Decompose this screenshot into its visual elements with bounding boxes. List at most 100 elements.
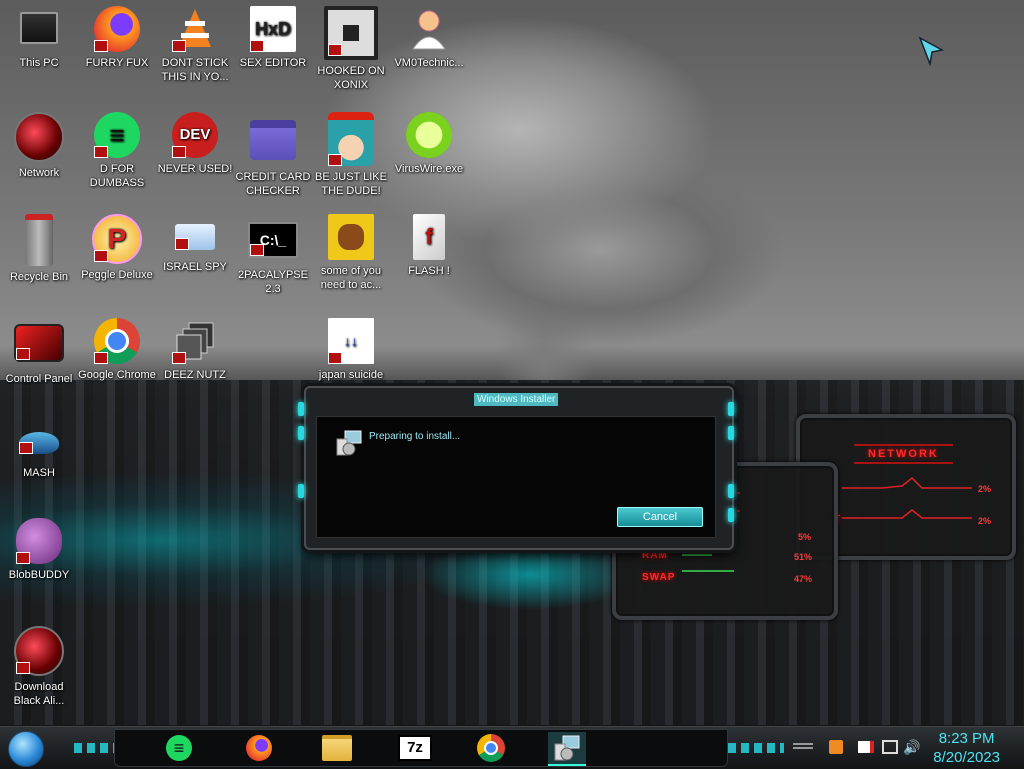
red-globe-icon	[14, 112, 64, 162]
desktop-icon-mash[interactable]: MASH	[0, 420, 78, 480]
document-icon: ↓↓	[328, 318, 374, 364]
shortcut-arrow-icon	[19, 442, 33, 454]
desktop-icon-label: ISRAEL SPY	[163, 261, 227, 273]
dialog-accent-light	[298, 426, 304, 440]
desktop-icon-label: 2PACALYPSE 2.3	[238, 269, 308, 295]
shortcut-arrow-icon	[94, 146, 108, 158]
red-globe-icon	[14, 626, 64, 676]
desktop-icon-label: D FOR DUMBASS	[89, 163, 145, 189]
desktop-icon-label: Control Panel	[5, 373, 73, 385]
shortcut-arrow-icon	[94, 352, 108, 364]
monitor-icon	[20, 12, 58, 44]
elf-santa-icon	[328, 112, 374, 166]
shortcut-arrow-icon	[250, 40, 264, 52]
network-tray-icon[interactable]	[882, 739, 898, 755]
ram-bar	[682, 554, 712, 556]
taskbar-accent	[728, 743, 784, 753]
desktop-icon-label: FURRY FUX	[85, 57, 149, 69]
shortcut-arrow-icon	[172, 40, 186, 52]
desktop-icon-credit-card-checker[interactable]: CREDIT CARD CHECKER	[234, 112, 312, 198]
desktop-icon-never-used[interactable]: DEV NEVER USED!	[156, 112, 234, 176]
taskbar-app-7zip[interactable]: 7z	[396, 732, 434, 764]
installer-icon	[336, 430, 362, 456]
desktop-icon-label: Download Black Ali...	[13, 681, 65, 707]
desktop-icon-be-just-like-the-dude[interactable]: BE JUST LIKE THE DUDE!	[312, 112, 390, 198]
green-chat-icon: ≡	[94, 112, 140, 158]
desktop-icon-control-panel[interactable]: Control Panel	[0, 318, 78, 386]
volume-icon[interactable]: 🔊	[903, 739, 920, 755]
start-button[interactable]	[8, 731, 44, 767]
desktop-icon-hooked-on-xonix[interactable]: HOOKED ON XONIX	[312, 6, 390, 92]
network-monitor-shape	[882, 740, 898, 754]
shortcut-arrow-icon	[16, 552, 30, 564]
taskbar-app-file-explorer[interactable]	[318, 732, 356, 764]
swap-bar	[682, 570, 734, 572]
desktop-icon-vm0technic[interactable]: VM0Technic...	[390, 6, 468, 70]
taskbar-app-chat[interactable]: ≡	[160, 732, 198, 764]
desktop-icon-recycle-bin[interactable]: Recycle Bin	[0, 214, 78, 284]
shortcut-arrow-icon	[328, 44, 342, 56]
taskbar-clock[interactable]: 8:23 PM 8/20/2023	[933, 729, 1000, 767]
chrome-icon	[477, 734, 505, 762]
desktop-icon-label: FLASH !	[408, 265, 450, 277]
stacked-windows-icon	[172, 318, 218, 364]
cancel-button[interactable]: Cancel	[617, 507, 703, 527]
dialog-accent-light	[728, 484, 734, 498]
firefox-icon	[246, 735, 272, 761]
show-desktop-lines	[793, 743, 813, 751]
dog-face-icon	[338, 224, 364, 250]
desktop-icon-label: VM0Technic...	[394, 57, 464, 69]
shortcut-arrow-icon	[16, 348, 30, 360]
desktop-icon-peggle[interactable]: P Peggle Deluxe	[78, 214, 156, 282]
lime-icon	[406, 112, 452, 158]
xonix-game-icon	[324, 6, 378, 60]
desktop-icon-some-of-you[interactable]: some of you need to ac...	[312, 214, 390, 292]
shortcut-arrow-icon	[16, 662, 30, 674]
tray-app-icon[interactable]	[828, 739, 844, 755]
installer-icon	[554, 735, 580, 761]
network-upload-value: 2%	[978, 516, 992, 526]
peggle-icon: P	[92, 214, 142, 264]
taskbar-app-installer[interactable]	[548, 732, 586, 766]
taskbar-app-firefox[interactable]	[240, 732, 278, 764]
green-chat-icon: ≡	[166, 735, 192, 761]
desktop-icon-d-for-dumbass[interactable]: ≡ D FOR DUMBASS	[78, 112, 156, 190]
desktop-icon-2pacalypse[interactable]: C:\_ 2PACALYPSE 2.3	[234, 214, 312, 296]
shortcut-arrow-icon	[94, 40, 108, 52]
swap-value: 47%	[794, 574, 813, 584]
desktop-icon-network[interactable]: Network	[0, 112, 78, 180]
dog-icon	[328, 214, 374, 260]
desktop-icon-deez-nutz[interactable]: DEEZ NUTZ	[156, 318, 234, 382]
dialog-body: Preparing to install... Cancel	[316, 416, 716, 538]
desktop-icon-furry-fux[interactable]: FURRY FUX	[78, 6, 156, 70]
chrome-icon	[94, 318, 140, 364]
wallpaper-glow	[420, 540, 640, 610]
desktop-icon-blobbuddy[interactable]: BlobBUDDY	[0, 518, 78, 582]
cpu-value: 5%	[798, 532, 812, 542]
chrome-center-icon	[484, 741, 498, 755]
desktop-icon-dont-stick[interactable]: DONT STICK THIS IN YO...	[156, 6, 234, 84]
show-desktop-icon[interactable]	[792, 739, 814, 755]
action-center-flag-icon[interactable]	[858, 739, 874, 755]
desktop-icon-download-black[interactable]: Download Black Ali...	[0, 626, 78, 708]
network-download-value: 2%	[978, 484, 992, 494]
credit-card-icon	[250, 120, 296, 160]
dialog-accent-light	[298, 484, 304, 498]
installer-dialog: Windows Installer Preparing to install..…	[298, 386, 734, 550]
desktop-icon-google-chrome[interactable]: Google Chrome	[78, 318, 156, 382]
taskbar-app-chrome[interactable]	[472, 732, 510, 764]
desktop-icon-label: Network	[18, 167, 60, 179]
desktop-icon-flash[interactable]: f FLASH !	[390, 214, 468, 278]
desktop-icon-this-pc[interactable]: This PC	[0, 6, 78, 70]
desktop-icon-japan-suicide[interactable]: ↓↓ japan suicide	[312, 318, 390, 382]
desktop-icon-viruswire[interactable]: VirusWire.exe	[390, 112, 468, 176]
ram-value: 51%	[794, 552, 813, 562]
terminal-icon: C:\_	[248, 222, 298, 258]
shortcut-arrow-icon	[250, 244, 264, 256]
clock-date: 8/20/2023	[933, 749, 1000, 766]
desktop-icon-label: BE JUST LIKE THE DUDE!	[315, 171, 387, 197]
clock-time: 8:23 PM	[938, 730, 995, 747]
desktop-icon-israel-spy[interactable]: ISRAEL SPY	[156, 214, 234, 274]
dialog-accent-light	[728, 508, 734, 522]
desktop-icon-sex-editor[interactable]: HxD SEX EDITOR	[234, 6, 312, 70]
